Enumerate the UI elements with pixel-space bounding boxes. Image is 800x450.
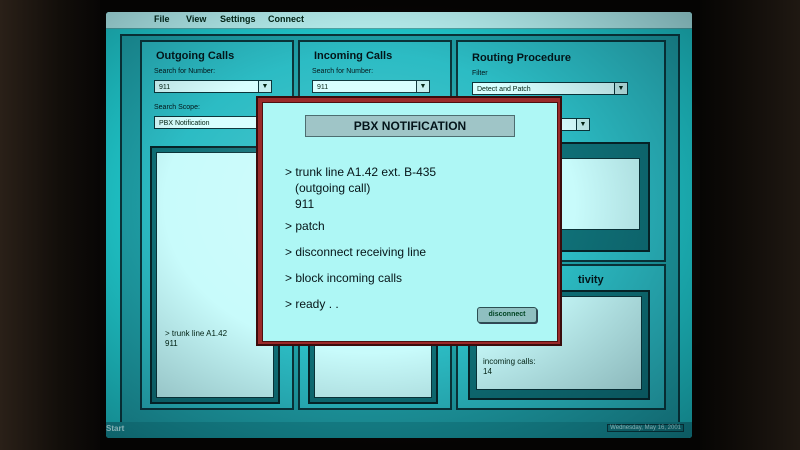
dialog-title: PBX NOTIFICATION [305,115,515,137]
taskbar-clock: Wednesday, May 16, 2001 [607,424,684,432]
chevron-down-icon[interactable]: ▼ [614,83,627,94]
log-line: > patch [285,219,325,233]
menu-view[interactable]: View [186,14,206,24]
incoming-search-value: 911 [317,84,329,91]
log-line: 911 [295,197,315,211]
chevron-down-icon[interactable]: ▼ [576,119,589,130]
menu-bar: File View Settings Connect [106,12,692,29]
disconnect-button[interactable]: disconnect [477,307,537,323]
incoming-calls-label: incoming calls: [483,357,536,366]
pbx-notification-dialog: PBX NOTIFICATION > trunk line A1.42 ext.… [256,96,562,346]
routing-filter-value: Detect and Patch [477,86,531,93]
monitor-bezel-left [0,0,100,450]
status-bar: Start Wednesday, May 16, 2001 [106,422,692,438]
incoming-search-combo[interactable]: 911 ▼ [312,80,430,93]
menu-file[interactable]: File [154,14,170,24]
routing-filter-combo[interactable]: Detect and Patch ▼ [472,82,628,95]
menu-connect[interactable]: Connect [268,14,304,24]
incoming-calls-title: Incoming Calls [314,50,393,62]
list-item: > trunk line A1.42 [165,329,228,338]
routing-filter-label: Filter [472,70,488,77]
outgoing-search-label: Search for Number: [154,68,216,75]
incoming-calls-count: 14 [483,367,492,376]
log-line: > disconnect receiving line [285,245,427,259]
activity-title: tivity [578,274,604,286]
monitor-bezel-right [700,0,800,450]
list-item: 911 [165,339,178,348]
dialog-body: PBX NOTIFICATION > trunk line A1.42 ext.… [262,102,558,342]
monitor-screen: File View Settings Connect Outgoing Call… [106,12,692,438]
log-line: (outgoing call) [295,181,371,195]
log-line: > block incoming calls [285,271,403,285]
incoming-search-label: Search for Number: [312,68,374,75]
log-line: > ready . . [285,297,339,311]
log-line: > trunk line A1.42 ext. B-435 [285,165,437,179]
outgoing-calls-title: Outgoing Calls [156,50,235,62]
outgoing-scope-value: PBX Notification [159,120,210,127]
start-button[interactable]: Start [106,424,124,433]
outgoing-scope-label: Search Scope: [154,104,200,111]
menu-settings[interactable]: Settings [220,14,256,24]
outgoing-scope-field[interactable]: PBX Notification [154,116,264,129]
outgoing-search-combo[interactable]: 911 ▼ [154,80,272,93]
routing-procedure-title: Routing Procedure [472,52,572,64]
outgoing-search-value: 911 [159,84,171,91]
chevron-down-icon[interactable]: ▼ [258,81,271,92]
chevron-down-icon[interactable]: ▼ [416,81,429,92]
